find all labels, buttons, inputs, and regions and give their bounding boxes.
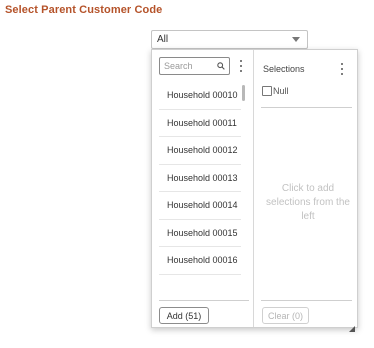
list-item[interactable]: Household 00011 (159, 110, 241, 137)
options-list: Household 00010 Household 00011 Househol… (159, 82, 241, 275)
search-placeholder: Search (164, 61, 193, 71)
add-button[interactable]: Add (51) (159, 307, 209, 324)
selections-header-divider (261, 107, 352, 108)
clear-button[interactable]: Clear (0) (262, 307, 309, 324)
list-item[interactable]: Household 00010 (159, 82, 241, 110)
list-item[interactable]: Household 00014 (159, 192, 241, 220)
list-scrollbar[interactable] (242, 85, 245, 101)
multiselect-dropdown: Search Household 00010 Household 00011 H… (151, 49, 358, 332)
search-icon (217, 62, 225, 70)
null-option[interactable]: Null (262, 86, 289, 96)
list-item[interactable]: Household 00015 (159, 220, 241, 247)
list-item[interactable]: Household 00016 (159, 247, 241, 275)
null-label: Null (273, 86, 289, 96)
chevron-down-icon[interactable] (292, 37, 300, 42)
list-item[interactable]: Household 00013 (159, 165, 241, 192)
parent-customer-code-select[interactable]: All (151, 30, 308, 49)
selections-footer-divider (261, 300, 352, 301)
null-checkbox[interactable] (262, 86, 272, 96)
search-input[interactable]: Search (159, 57, 230, 75)
options-kebab-menu-icon[interactable] (239, 60, 243, 72)
selections-kebab-menu-icon[interactable] (340, 63, 344, 75)
empty-selections-hint: Click to add selections from the left (266, 183, 350, 222)
list-item[interactable]: Household 00012 (159, 137, 241, 165)
options-pane: Search Household 00010 Household 00011 H… (152, 50, 254, 327)
resize-grip-icon[interactable] (349, 319, 355, 332)
select-value: All (157, 34, 169, 45)
field-label: Select Parent Customer Code (5, 4, 163, 16)
page: Select Parent Customer Code All Search H… (0, 0, 374, 348)
options-footer-divider (159, 300, 249, 301)
selections-pane: Selections Null Click to add selections … (255, 50, 357, 327)
selections-title: Selections (263, 64, 305, 74)
